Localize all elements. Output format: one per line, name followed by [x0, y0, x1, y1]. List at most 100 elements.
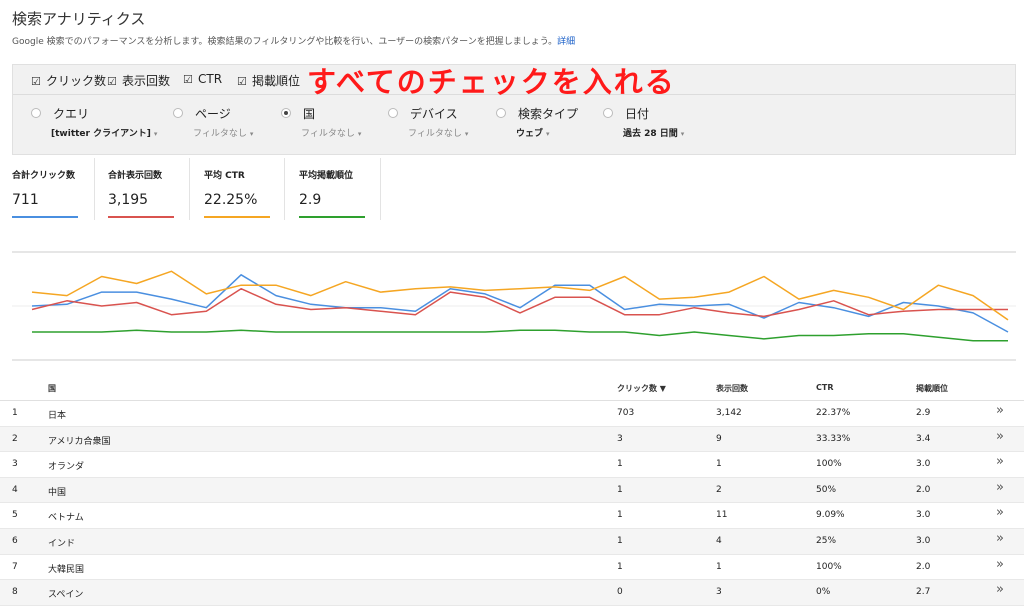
description-text: Google 検索でのパフォーマンスを分析します。検索結果のフィルタリングや比較… [12, 37, 558, 47]
radio-button[interactable] [281, 108, 291, 118]
metric-color-bar [299, 216, 365, 218]
double-chevron-right-icon[interactable]: » [996, 480, 1004, 495]
row-position: 3.0 [916, 510, 931, 521]
checkbox-label: クリック数 [46, 74, 107, 88]
row-impressions: 4 [716, 535, 722, 546]
double-chevron-right-icon[interactable]: » [996, 454, 1004, 469]
table-row[interactable]: 1 日本 703 3,142 22.37% 2.9 » [0, 401, 1024, 427]
metric-average-position: 平均掲載順位 2.9 [299, 168, 365, 218]
metric-total-impressions: 合計表示回数 3,195 [108, 168, 174, 218]
checkbox-ctr[interactable]: ☑ CTR [183, 72, 222, 86]
chart-series-line-3 [32, 329, 1008, 342]
row-position: 3.4 [916, 433, 931, 444]
checkbox-impressions[interactable]: ☑ 表示回数 [107, 72, 170, 89]
row-ctr: 22.37% [816, 408, 851, 418]
chevron-down-icon: ▾ [680, 130, 685, 138]
checkbox-mark-icon: ☑ [31, 75, 41, 88]
table-row[interactable]: 3 オランダ 1 1 100% 3.0 » [0, 452, 1024, 478]
column-header-ctr[interactable]: CTR [816, 383, 834, 392]
metric-checkbox-row: ☑ クリック数 ☑ 表示回数 ☑ CTR ☑ 掲載順位 すべてのチェックを入れる [13, 65, 1015, 99]
double-chevron-right-icon[interactable]: » [996, 582, 1004, 597]
row-impressions: 1 [716, 561, 722, 572]
details-link[interactable]: 詳細 [557, 37, 575, 47]
column-header-clicks[interactable]: クリック数 ▼ [617, 383, 666, 394]
chart-series-line-1 [31, 287, 1008, 318]
row-impressions: 3 [716, 587, 722, 598]
row-rank: 1 [12, 408, 18, 418]
filter-panel: ☑ クリック数 ☑ 表示回数 ☑ CTR ☑ 掲載順位 すべてのチェックを入れる クエリ… [12, 64, 1016, 155]
annotation-text: すべてのチェックを入れる [307, 65, 676, 99]
checkbox-mark-icon: ☑ [107, 75, 117, 88]
row-impressions: 11 [716, 510, 728, 521]
row-clicks: 1 [617, 459, 623, 470]
checkbox-clicks[interactable]: ☑ クリック数 [31, 72, 106, 89]
double-chevron-right-icon[interactable]: » [996, 557, 1004, 572]
column-header-country[interactable]: 国 [48, 383, 56, 394]
dimension-label: ページ [195, 107, 231, 121]
table-header: 国 クリック数 ▼ 表示回数 CTR 掲載順位 [0, 377, 1024, 401]
dimension-filter-value[interactable]: [twitter クライアント] ▾ [51, 126, 157, 139]
row-position: 2.9 [916, 408, 931, 418]
metric-color-bar [204, 216, 270, 218]
row-clicks: 0 [617, 587, 623, 598]
column-header-impressions[interactable]: 表示回数 [716, 383, 748, 394]
dimension-filter-value[interactable]: フィルタなし ▾ [301, 126, 361, 139]
metric-divider [380, 158, 381, 220]
dimension-label: 検索タイプ [518, 107, 579, 121]
row-impressions: 1 [716, 459, 722, 470]
metric-label: 合計クリック数 [12, 171, 76, 181]
column-header-position[interactable]: 掲載順位 [916, 383, 948, 394]
radio-button[interactable] [603, 108, 613, 118]
metric-value: 3,195 [108, 192, 149, 208]
performance-chart [12, 250, 1016, 362]
row-ctr: 25% [816, 535, 837, 546]
row-position: 2.7 [916, 587, 931, 598]
dimension-filter-value[interactable]: ウェブ ▾ [516, 126, 550, 139]
dimension-label: 国 [303, 107, 316, 121]
table-row[interactable]: 6 インド 1 4 25% 3.0 » [0, 528, 1024, 555]
radio-button[interactable] [173, 108, 183, 118]
dimension-label: デバイス [410, 107, 458, 121]
checkbox-position[interactable]: ☑ 掲載順位 [237, 72, 300, 89]
double-chevron-right-icon[interactable]: » [996, 429, 1004, 444]
chevron-down-icon: ▾ [464, 130, 469, 138]
table-row[interactable]: 7 大韓民国 1 1 100% 2.0 » [0, 555, 1024, 581]
row-impressions: 3,142 [716, 408, 742, 418]
metric-value: 22.25% [204, 192, 258, 208]
radio-button[interactable] [31, 108, 41, 118]
table-row[interactable]: 8 スペイン 0 3 0% 2.7 » [0, 580, 1024, 606]
dimension-filter-value[interactable]: 過去 28 日間 ▾ [623, 126, 684, 139]
metric-color-bar [12, 216, 78, 218]
row-clicks: 703 [617, 408, 635, 418]
checkbox-mark-icon: ☑ [237, 75, 247, 88]
dimension-filter-value[interactable]: フィルタなし ▾ [193, 126, 253, 139]
chevron-down-icon: ▾ [249, 130, 254, 138]
row-position: 2.0 [916, 561, 931, 572]
metric-label: 平均 CTR [204, 171, 245, 181]
row-country: スペイン [48, 590, 84, 601]
radio-button[interactable] [388, 108, 398, 118]
table-row[interactable]: 4 中国 1 2 50% 2.0 » [0, 477, 1024, 504]
row-position: 2.0 [916, 484, 931, 495]
checkbox-label: 掲載順位 [252, 74, 301, 88]
row-country: アメリカ合衆国 [48, 436, 111, 447]
row-position: 3.0 [916, 459, 931, 470]
row-rank: 6 [12, 535, 18, 546]
page-title: 検索アナリティクス [12, 10, 146, 28]
table-row[interactable]: 5 ベトナム 1 11 9.09% 3.0» [0, 503, 1024, 529]
double-chevron-right-icon[interactable]: » [996, 403, 1004, 418]
radio-button[interactable] [496, 108, 506, 118]
row-country: インド [48, 538, 76, 549]
double-chevron-right-icon[interactable]: » [996, 531, 1004, 546]
row-clicks: 1 [617, 484, 623, 495]
row-rank: 4 [12, 484, 18, 495]
dimension-label: 日付 [625, 107, 650, 121]
row-rank: 3 [12, 459, 18, 470]
row-position: 3.0 [916, 535, 931, 546]
table-row[interactable]: 2 アメリカ合衆国 3 9 33.33% 3.4 » [0, 426, 1024, 453]
chevron-down-icon: ▾ [153, 130, 158, 138]
double-chevron-right-icon[interactable]: » [996, 505, 1004, 520]
metric-divider [284, 158, 285, 220]
dimension-filter-value[interactable]: フィルタなし ▾ [408, 126, 468, 139]
row-country: オランダ [48, 462, 85, 473]
